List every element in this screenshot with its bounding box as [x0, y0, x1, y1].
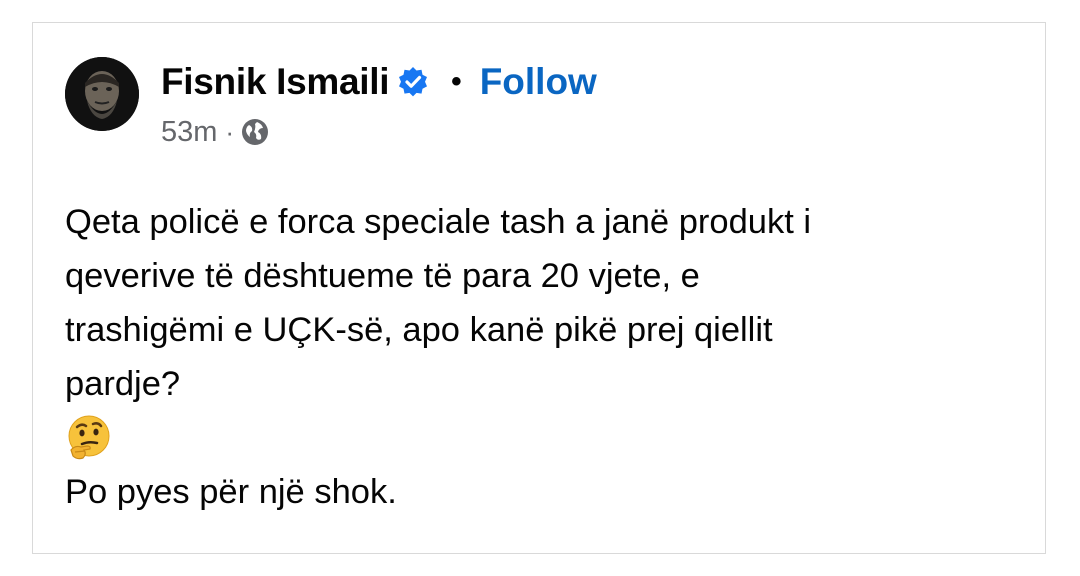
separator-dot: •: [451, 65, 462, 98]
avatar[interactable]: [65, 57, 139, 131]
post-text-line: Qeta policë e forca speciale tash a janë…: [65, 203, 812, 241]
post-closing-line: Po pyes për një shok.: [65, 473, 397, 511]
post-meta: Fisnik Ismaili • Follow 53m ·: [161, 59, 597, 149]
post-subline: 53m ·: [161, 115, 597, 149]
post-text-line: pardje?: [65, 365, 181, 403]
thinking-face-emoji-icon: [65, 411, 1025, 465]
globe-icon[interactable]: [240, 117, 270, 147]
post-text-line: trashigëmi e UÇK-së, apo kanë pikë prej …: [65, 311, 773, 349]
post-header: Fisnik Ismaili • Follow 53m ·: [65, 57, 597, 148]
verified-badge-icon: [397, 66, 429, 98]
follow-button[interactable]: Follow: [480, 61, 597, 103]
meta-separator: ·: [225, 116, 235, 147]
post-text-line: qeverive të dështueme të para 20 vjete, …: [65, 257, 700, 295]
post-text: Qeta policë e forca speciale tash a janë…: [65, 195, 1025, 519]
author-name[interactable]: Fisnik Ismaili: [161, 61, 389, 103]
avatar-image: [65, 57, 139, 131]
name-row: Fisnik Ismaili • Follow: [161, 59, 597, 105]
post-card: Fisnik Ismaili • Follow 53m · Qeta polic…: [32, 22, 1046, 554]
post-time[interactable]: 53m: [161, 116, 217, 149]
